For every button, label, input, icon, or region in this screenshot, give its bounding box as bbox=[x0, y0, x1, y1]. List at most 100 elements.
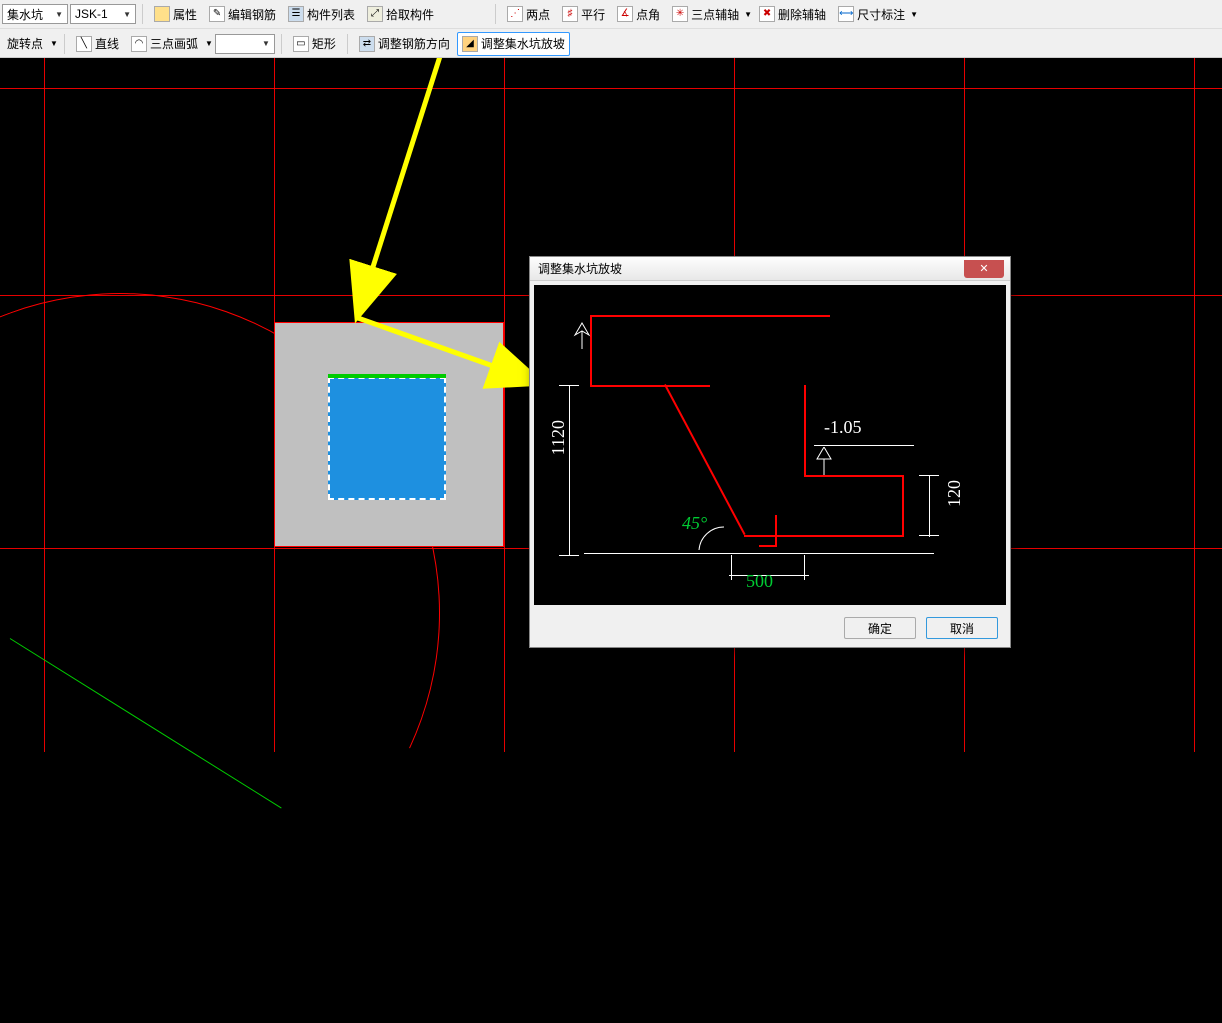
chevron-down-icon: ▼ bbox=[123, 10, 131, 19]
dimension-tick bbox=[919, 475, 939, 476]
point-angle-button[interactable]: ∡ 点角 bbox=[612, 2, 665, 26]
diagram-segment bbox=[590, 315, 830, 317]
rect-button[interactable]: ▭ 矩形 bbox=[288, 32, 341, 56]
button-label: 编辑钢筋 bbox=[228, 6, 276, 23]
dialog-title: 调整集水坑放坡 bbox=[538, 260, 622, 277]
button-label: 三点辅轴 bbox=[691, 6, 739, 23]
separator bbox=[281, 34, 282, 54]
rebar-icon: ✎ bbox=[209, 6, 225, 22]
separator bbox=[64, 34, 65, 54]
dropdown-label: JSK-1 bbox=[75, 7, 108, 21]
slope-icon: ◢ bbox=[462, 36, 478, 52]
dialog-footer: 确定 取消 bbox=[530, 609, 1010, 647]
component-name-dropdown[interactable]: JSK-1 ▼ bbox=[70, 4, 136, 24]
chevron-down-icon[interactable]: ▼ bbox=[205, 39, 213, 48]
ok-button[interactable]: 确定 bbox=[844, 617, 916, 639]
button-label: 拾取构件 bbox=[386, 6, 434, 23]
sump-selection[interactable] bbox=[328, 377, 446, 500]
close-icon: ✕ bbox=[979, 262, 988, 275]
cancel-button[interactable]: 取消 bbox=[926, 617, 998, 639]
adjust-rebar-dir-button[interactable]: ⇄ 调整钢筋方向 bbox=[354, 32, 455, 56]
rebar-dir-icon: ⇄ bbox=[359, 36, 375, 52]
dim-bottom-label[interactable]: 500 bbox=[746, 571, 773, 592]
three-point-axis-button[interactable]: ✳ 三点辅轴 bbox=[667, 2, 744, 26]
delete-axis-button[interactable]: ✖ 删除辅轴 bbox=[754, 2, 831, 26]
arc-icon: ◠ bbox=[131, 36, 147, 52]
button-label: 直线 bbox=[95, 35, 119, 52]
dropdown-label: 集水坑 bbox=[7, 6, 43, 23]
component-type-dropdown[interactable]: 集水坑 ▼ bbox=[2, 4, 68, 24]
dimension-line bbox=[584, 553, 934, 554]
chevron-down-icon: ▼ bbox=[55, 10, 63, 19]
angle-icon: ∡ bbox=[617, 6, 633, 22]
adjust-sump-slope-dialog: 调整集水坑放坡 ✕ bbox=[529, 256, 1011, 648]
list-icon: ☰ bbox=[288, 6, 304, 22]
pick-icon: ⤢ bbox=[367, 6, 383, 22]
toolbar-row-1: 集水坑 ▼ JSK-1 ▼ 属性 ✎ 编辑钢筋 ☰ 构件列表 ⤢ 拾取构件 ⋰ … bbox=[0, 0, 1222, 29]
button-label: 属性 bbox=[173, 6, 197, 23]
button-label: 三点画弧 bbox=[150, 35, 198, 52]
dimension-tick bbox=[559, 385, 579, 386]
dimension-button[interactable]: ⟷ 尺寸标注 bbox=[833, 2, 910, 26]
diagram-segment bbox=[902, 475, 904, 537]
close-button[interactable]: ✕ bbox=[964, 260, 1004, 278]
diagram-segment bbox=[590, 385, 710, 387]
chevron-down-icon[interactable]: ▼ bbox=[910, 10, 918, 19]
separator bbox=[495, 4, 496, 24]
line-icon: ╲ bbox=[76, 36, 92, 52]
dimension-tick bbox=[804, 555, 805, 580]
button-label: 尺寸标注 bbox=[857, 6, 905, 23]
parallel-button[interactable]: ♯ 平行 bbox=[557, 2, 610, 26]
three-point-axis-icon: ✳ bbox=[672, 6, 688, 22]
button-label: 构件列表 bbox=[307, 6, 355, 23]
arrow-icon bbox=[572, 321, 592, 351]
button-label: 两点 bbox=[526, 6, 550, 23]
dim-elevation-label[interactable]: -1.05 bbox=[824, 417, 862, 438]
rect-icon: ▭ bbox=[293, 36, 309, 52]
dialog-body: 1120 500 45° 120 -1.05 bbox=[530, 281, 1010, 609]
dim-right-label[interactable]: 120 bbox=[944, 480, 965, 507]
dim-angle-label[interactable]: 45° bbox=[682, 513, 707, 534]
dialog-titlebar[interactable]: 调整集水坑放坡 ✕ bbox=[530, 257, 1010, 281]
selected-edge[interactable] bbox=[328, 374, 446, 378]
toolbar: 集水坑 ▼ JSK-1 ▼ 属性 ✎ 编辑钢筋 ☰ 构件列表 ⤢ 拾取构件 ⋰ … bbox=[0, 0, 1222, 58]
attributes-button[interactable]: 属性 bbox=[149, 2, 202, 26]
diagram-segment bbox=[804, 385, 806, 477]
two-point-button[interactable]: ⋰ 两点 bbox=[502, 2, 555, 26]
elevation-line bbox=[814, 445, 914, 446]
dimension-tick bbox=[559, 555, 579, 556]
dimension-line bbox=[929, 475, 930, 537]
button-label: 调整钢筋方向 bbox=[378, 35, 450, 52]
slope-diagram[interactable]: 1120 500 45° 120 -1.05 bbox=[534, 285, 1006, 605]
button-label: 平行 bbox=[581, 6, 605, 23]
delete-axis-icon: ✖ bbox=[759, 6, 775, 22]
component-list-button[interactable]: ☰ 构件列表 bbox=[283, 2, 360, 26]
separator bbox=[347, 34, 348, 54]
separator bbox=[142, 4, 143, 24]
rotate-point-button[interactable]: 旋转点 bbox=[2, 32, 48, 56]
chevron-down-icon[interactable]: ▼ bbox=[744, 10, 752, 19]
three-point-arc-button[interactable]: ◠ 三点画弧 bbox=[126, 32, 203, 56]
button-label: 删除辅轴 bbox=[778, 6, 826, 23]
edit-rebar-button[interactable]: ✎ 编辑钢筋 bbox=[204, 2, 281, 26]
dim-height-label[interactable]: 1120 bbox=[548, 420, 569, 455]
button-label: 矩形 bbox=[312, 35, 336, 52]
chevron-down-icon[interactable]: ▼ bbox=[50, 39, 58, 48]
button-label: 调整集水坑放坡 bbox=[481, 35, 565, 52]
diagram-segment bbox=[775, 515, 777, 547]
elevation-marker-icon bbox=[814, 447, 834, 477]
dimension-tick bbox=[919, 535, 939, 536]
dimension-tick bbox=[731, 555, 732, 580]
diagram-segment bbox=[744, 535, 904, 537]
toolbar-row-2: 旋转点 ▼ ╲ 直线 ◠ 三点画弧 ▼ ▼ ▭ 矩形 ⇄ 调整钢筋方向 ◢ 调整… bbox=[0, 29, 1222, 58]
grid-line bbox=[504, 58, 505, 752]
button-label: 旋转点 bbox=[7, 35, 43, 52]
line-button[interactable]: ╲ 直线 bbox=[71, 32, 124, 56]
value-dropdown[interactable]: ▼ bbox=[215, 34, 275, 54]
chevron-down-icon: ▼ bbox=[262, 39, 270, 48]
pick-component-button[interactable]: ⤢ 拾取构件 bbox=[362, 2, 439, 26]
adjust-sump-slope-button[interactable]: ◢ 调整集水坑放坡 bbox=[457, 32, 570, 56]
button-label: 点角 bbox=[636, 6, 660, 23]
attributes-icon bbox=[154, 6, 170, 22]
parallel-icon: ♯ bbox=[562, 6, 578, 22]
